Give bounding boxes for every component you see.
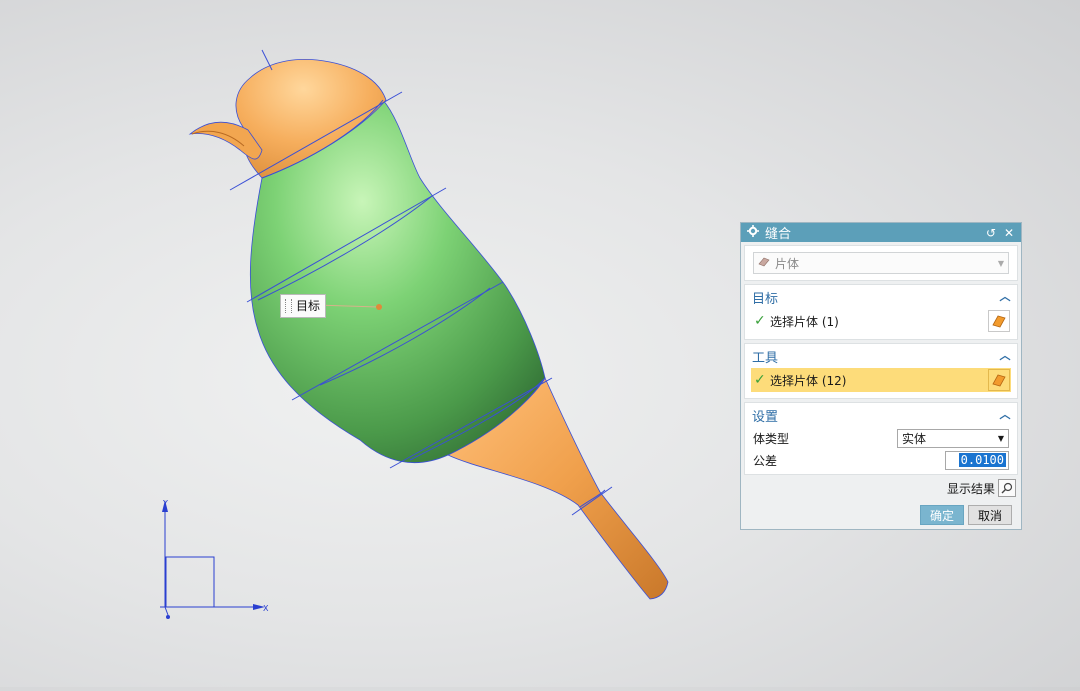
tool-select-sheet-row[interactable]: ✓ 选择片体 (12)	[751, 368, 1011, 392]
type-select[interactable]: 片体 ▼	[753, 252, 1009, 274]
sheet-select-icon	[992, 315, 1006, 328]
target-select-sheet-text: 选择片体 (1)	[770, 314, 839, 329]
tolerance-input[interactable]: 0.0100	[945, 450, 1009, 470]
target-section: 目标 ︿ ✓ 选择片体 (1)	[744, 284, 1018, 340]
collapse-chevron-icon[interactable]: ︿	[999, 409, 1011, 420]
dialog-buttons: 确定 取消	[741, 497, 1021, 525]
checkmark-icon: ✓	[754, 372, 766, 388]
collapse-chevron-icon[interactable]: ︿	[999, 350, 1011, 361]
collapse-chevron-icon[interactable]: ︿	[999, 291, 1011, 302]
tolerance-label: 公差	[753, 453, 778, 468]
show-result-label: 显示结果	[946, 481, 995, 496]
select-face-button[interactable]	[988, 310, 1010, 332]
settings-section-header[interactable]: 设置 ︿	[745, 403, 1017, 427]
tool-section: 工具 ︿ ✓ 选择片体 (12)	[744, 343, 1018, 399]
select-face-button[interactable]	[988, 369, 1010, 391]
body-type-row: 体类型 实体 ▼	[745, 427, 1017, 449]
tolerance-row: 公差 0.0100	[745, 449, 1017, 471]
wcs-triad	[160, 500, 265, 619]
reset-icon[interactable]: ↺	[985, 226, 997, 240]
grip-icon	[285, 299, 292, 313]
chevron-down-icon: ▼	[997, 258, 1004, 268]
magnifier-icon	[1001, 482, 1013, 494]
body-type-dropdown[interactable]: 实体 ▼	[897, 428, 1009, 448]
tool-header-label: 工具	[752, 350, 779, 366]
tolerance-value: 0.0100	[958, 453, 1006, 467]
triad-y-label: Y	[162, 499, 168, 508]
target-section-header[interactable]: 目标 ︿	[745, 285, 1017, 309]
type-select-value: 片体	[775, 256, 800, 271]
target-callout-label: 目标	[280, 294, 327, 318]
tool-section-header[interactable]: 工具 ︿	[745, 344, 1017, 368]
body-type-value: 实体	[902, 431, 927, 446]
settings-header-label: 设置	[752, 409, 779, 425]
triad-x-label: X	[263, 604, 269, 613]
callout-text: 目标	[296, 299, 321, 313]
dialog-title-bar[interactable]: 缝合 ↺ ✕	[741, 223, 1021, 242]
close-icon[interactable]: ✕	[1003, 226, 1015, 240]
sew-dialog: 缝合 ↺ ✕ 片体 ▼ 目标 ︿ ✓ 选择片体 (1) 工具 ︿ ✓ 选择片体 …	[740, 222, 1022, 530]
ok-button[interactable]: 确定	[920, 505, 964, 525]
show-result-row: 显示结果	[741, 475, 1021, 497]
tool-select-sheet-text: 选择片体 (12)	[770, 373, 847, 388]
chevron-down-icon: ▼	[997, 433, 1004, 443]
dialog-title: 缝合	[765, 227, 792, 242]
settings-section: 设置 ︿ 体类型 实体 ▼ 公差 0.0100	[744, 402, 1018, 475]
show-result-button[interactable]	[998, 479, 1016, 497]
sheet-select-icon	[992, 374, 1006, 387]
gear-icon[interactable]	[747, 224, 759, 241]
target-select-sheet-row[interactable]: ✓ 选择片体 (1)	[751, 309, 1011, 333]
body-type-label: 体类型	[753, 431, 790, 446]
checkmark-icon: ✓	[754, 313, 766, 329]
cancel-button[interactable]: 取消	[968, 505, 1012, 525]
sheet-body-icon	[758, 256, 770, 270]
target-point-marker	[376, 304, 382, 310]
target-header-label: 目标	[752, 291, 779, 307]
type-section: 片体 ▼	[744, 245, 1018, 281]
